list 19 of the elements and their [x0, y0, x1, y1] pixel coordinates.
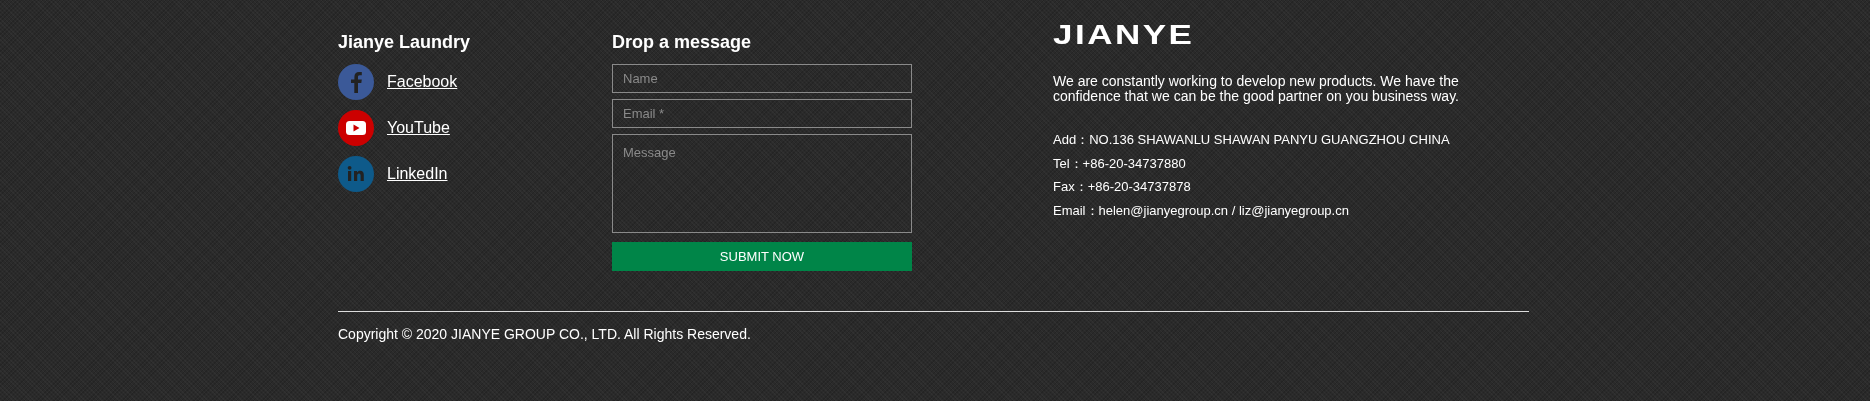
- contact-line: Add：NO.136 SHAWANLU SHAWAN PANYU GUANGZHOU CHINA: [1053, 131, 1451, 149]
- contact-line: Fax：+86-20-34737878: [1053, 178, 1192, 196]
- section-title: Jianye Laundry: [338, 31, 472, 54]
- submit-button[interactable]: SUBMIT NOW: [612, 242, 912, 271]
- contact-line: Email：helen@jianyegroup.cn / liz@jianyegroup.cn: [1053, 201, 1350, 220]
- logo: JIANYE: [1053, 22, 1195, 48]
- youtube-icon[interactable]: [338, 110, 374, 146]
- form-title: Drop a message: [612, 31, 753, 54]
- input-field[interactable]: Email *: [612, 99, 912, 128]
- social-link[interactable]: YouTube: [387, 119, 450, 137]
- social-link[interactable]: Facebook: [387, 73, 458, 91]
- copyright-text: Copyright © 2020 JIANYE GROUP CO., LTD. All Rights Reserved.: [338, 326, 752, 342]
- linkedin-icon[interactable]: [338, 156, 374, 192]
- about-text: We are constantly working to develop new products. We have the confidence that we can be the good partner on you business way.: [1053, 74, 1460, 104]
- contact-line: Tel：+86-20-34737880: [1053, 154, 1187, 173]
- facebook-icon[interactable]: [338, 64, 374, 100]
- message-field[interactable]: Message: [612, 134, 912, 233]
- social-link[interactable]: LinkedIn: [387, 165, 448, 183]
- input-field[interactable]: Name: [612, 64, 912, 93]
